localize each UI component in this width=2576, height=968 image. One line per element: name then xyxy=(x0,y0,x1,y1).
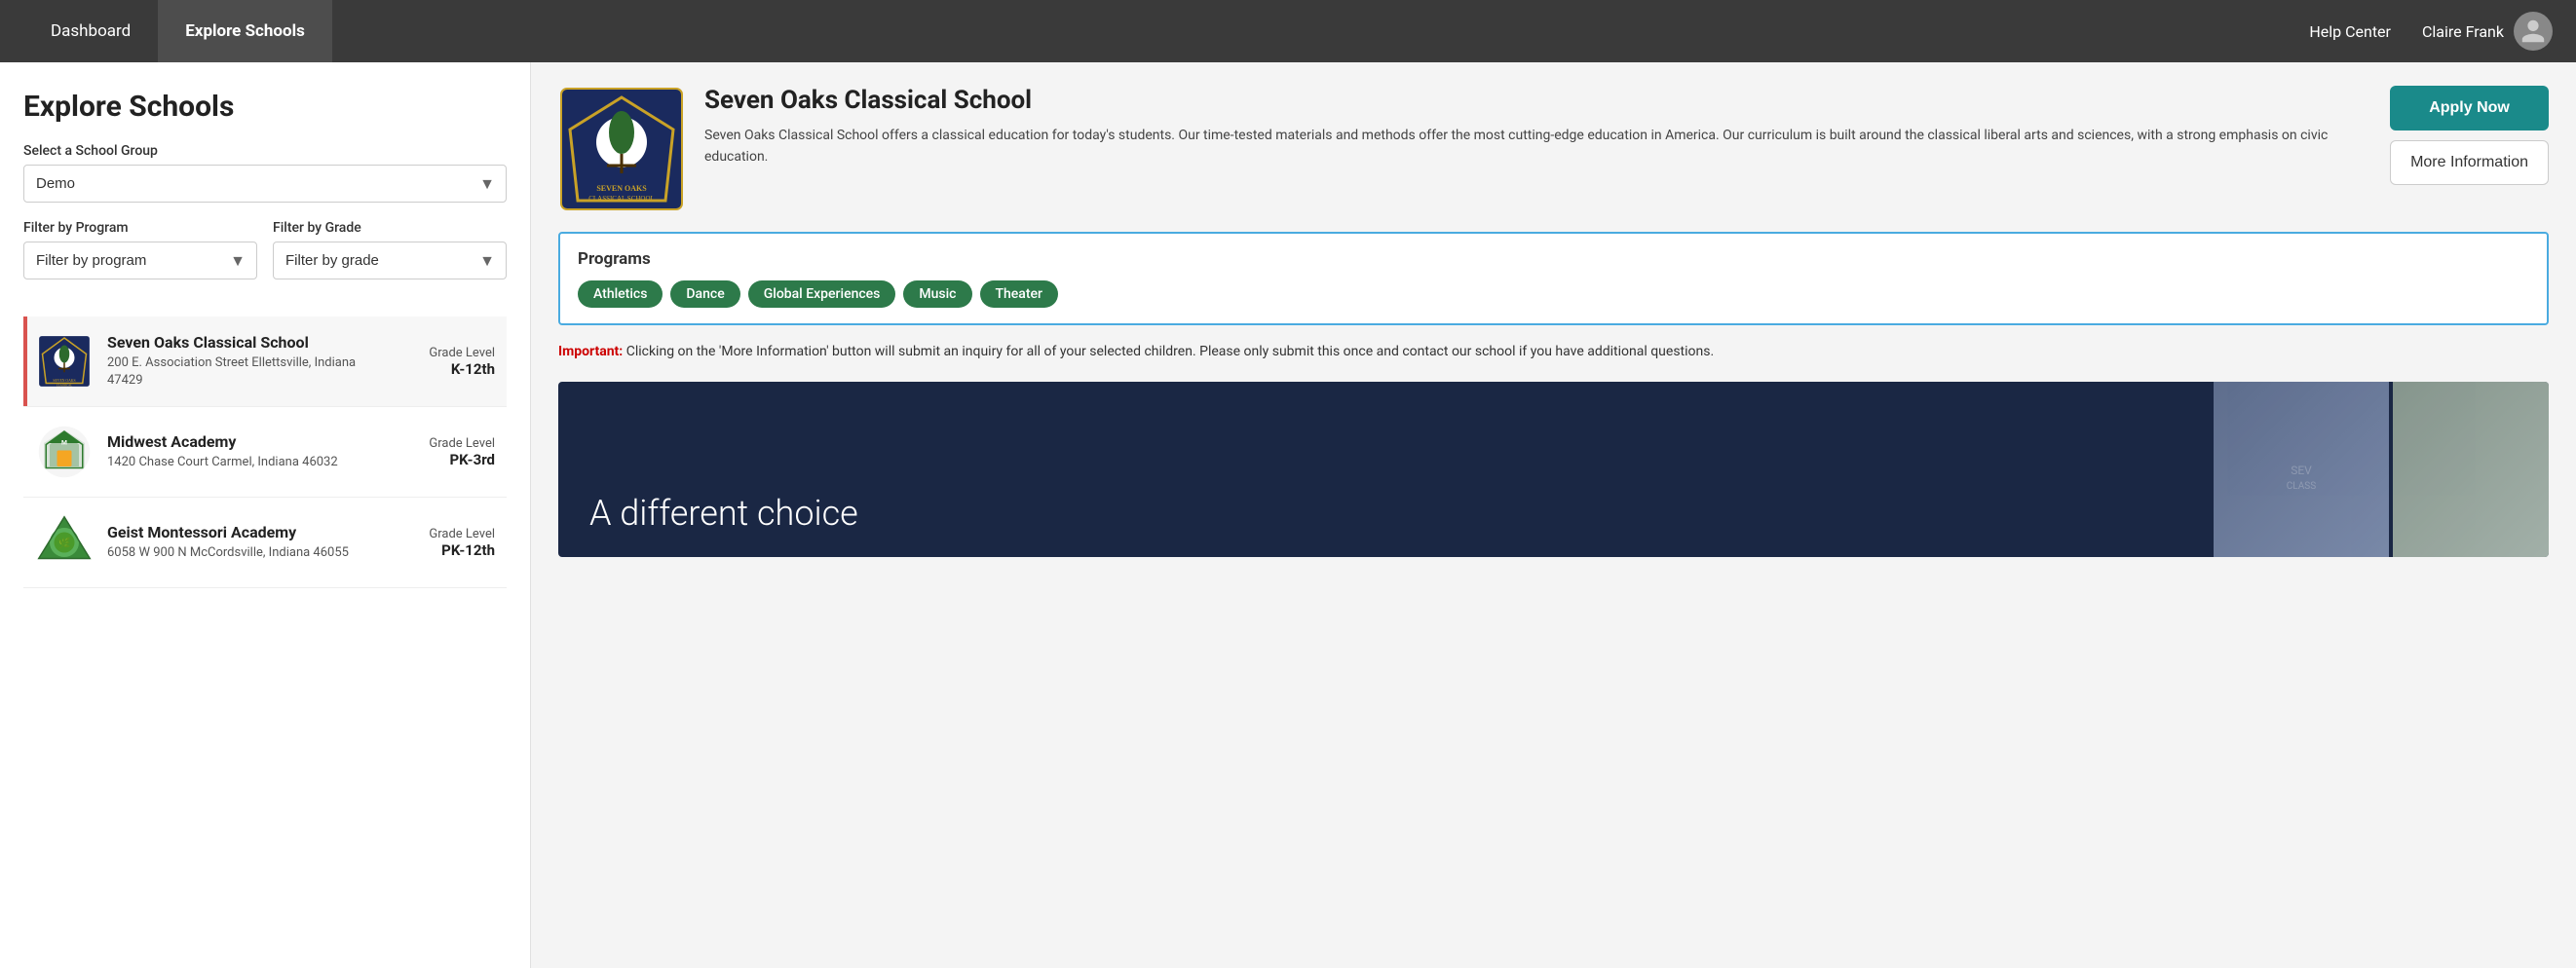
program-tag-music[interactable]: Music xyxy=(903,280,971,308)
geist-name: Geist Montessori Academy xyxy=(107,523,394,541)
program-tag-athletics[interactable]: Athletics xyxy=(578,280,663,308)
geist-info: Geist Montessori Academy 6058 W 900 N Mc… xyxy=(107,523,394,562)
select-group-label: Select a School Group xyxy=(23,143,507,159)
midwest-name: Midwest Academy xyxy=(107,432,394,451)
svg-text:SEV: SEV xyxy=(2291,464,2312,477)
banner: A different choice SEV CLASS xyxy=(558,382,2549,557)
left-panel: Explore Schools Select a School Group De… xyxy=(0,62,531,968)
school-detail-name: Seven Oaks Classical School xyxy=(704,86,2370,115)
school-item-midwest[interactable]: M Midwest Academy 1420 Chase Court Carme… xyxy=(23,407,507,498)
avatar xyxy=(2514,12,2553,51)
geist-grade-value: PK-12th xyxy=(407,541,495,559)
navigation: Dashboard Explore Schools Help Center Cl… xyxy=(0,0,2576,62)
main-content: Explore Schools Select a School Group De… xyxy=(0,62,2576,968)
filter-grade-label: Filter by Grade xyxy=(273,220,507,236)
more-information-button[interactable]: More Information xyxy=(2390,140,2549,185)
filter-program-select[interactable]: Filter by program xyxy=(23,242,257,279)
school-item-seven-oaks[interactable]: SEVEN OAKS CLASSICAL Seven Oaks Classica… xyxy=(23,316,507,407)
important-label: Important: xyxy=(558,344,623,359)
seven-oaks-logo: SEVEN OAKS CLASSICAL xyxy=(35,332,94,391)
geist-logo: 🌿 xyxy=(35,513,94,572)
school-list: SEVEN OAKS CLASSICAL Seven Oaks Classica… xyxy=(23,316,507,588)
midwest-grade: Grade Level PK-3rd xyxy=(407,436,495,468)
school-detail-description: Seven Oaks Classical School offers a cla… xyxy=(704,125,2370,168)
seven-oaks-address: 200 E. Association Street Ellettsville, … xyxy=(107,354,394,390)
midwest-grade-label: Grade Level xyxy=(407,436,495,451)
banner-text: A different choice xyxy=(558,469,890,557)
user-name: Claire Frank xyxy=(2422,22,2504,41)
right-panel: SEVEN OAKS CLASSICAL SCHOOL Seven Oaks C… xyxy=(531,62,2576,968)
nav-right: Help Center Claire Frank xyxy=(2309,12,2553,51)
seven-oaks-info: Seven Oaks Classical School 200 E. Assoc… xyxy=(107,333,394,390)
user-profile[interactable]: Claire Frank xyxy=(2422,12,2553,51)
filter-row: Filter by Program Filter by program ▼ Fi… xyxy=(23,220,507,297)
seven-oaks-grade: Grade Level K-12th xyxy=(407,346,495,378)
school-group-select[interactable]: Demo xyxy=(23,165,507,203)
midwest-grade-value: PK-3rd xyxy=(407,451,495,468)
filter-grade-wrap: Filter by grade ▼ xyxy=(273,242,507,279)
midwest-address: 1420 Chase Court Carmel, Indiana 46032 xyxy=(107,454,394,471)
program-tag-dance[interactable]: Dance xyxy=(670,280,739,308)
geist-grade-label: Grade Level xyxy=(407,527,495,541)
programs-tags: Athletics Dance Global Experiences Music… xyxy=(578,280,2529,308)
midwest-info: Midwest Academy 1420 Chase Court Carmel,… xyxy=(107,432,394,471)
svg-text:M: M xyxy=(61,439,67,447)
program-tag-theater[interactable]: Theater xyxy=(980,280,1058,308)
school-detail-header: SEVEN OAKS CLASSICAL SCHOOL Seven Oaks C… xyxy=(558,86,2549,212)
midwest-logo: M xyxy=(35,423,94,481)
important-notice: Important: Clicking on the 'More Informa… xyxy=(558,341,2549,362)
nav-dashboard[interactable]: Dashboard xyxy=(23,0,158,62)
important-text: Clicking on the 'More Information' butto… xyxy=(623,344,1714,359)
school-item-geist[interactable]: 🌿 Geist Montessori Academy 6058 W 900 N … xyxy=(23,498,507,588)
banner-images: SEV CLASS xyxy=(2214,382,2549,557)
help-center-link[interactable]: Help Center xyxy=(2309,22,2391,41)
school-group-select-wrap: Demo ▼ xyxy=(23,165,507,203)
svg-text:SEVEN OAKS: SEVEN OAKS xyxy=(596,184,647,193)
geist-grade: Grade Level PK-12th xyxy=(407,527,495,559)
action-buttons: Apply Now More Information xyxy=(2390,86,2549,185)
seven-oaks-name: Seven Oaks Classical School xyxy=(107,333,394,352)
nav-explore-schools[interactable]: Explore Schools xyxy=(158,0,332,62)
svg-text:🌿: 🌿 xyxy=(57,537,70,549)
seven-oaks-grade-label: Grade Level xyxy=(407,346,495,360)
filter-grade-select[interactable]: Filter by grade xyxy=(273,242,507,279)
banner-image-2 xyxy=(2393,382,2549,557)
svg-text:SEVEN OAKS: SEVEN OAKS xyxy=(53,379,75,383)
filter-program-label: Filter by Program xyxy=(23,220,257,236)
svg-text:CLASS: CLASS xyxy=(2287,481,2316,492)
geist-address: 6058 W 900 N McCordsville, Indiana 46055 xyxy=(107,544,394,562)
nav-left: Dashboard Explore Schools xyxy=(23,0,332,62)
page-title: Explore Schools xyxy=(23,90,507,124)
banner-image-1: SEV CLASS xyxy=(2214,382,2389,557)
svg-text:CLASSICAL: CLASSICAL xyxy=(57,384,73,388)
filter-program-wrap: Filter by program ▼ xyxy=(23,242,257,279)
apply-now-button[interactable]: Apply Now xyxy=(2390,86,2549,130)
user-icon xyxy=(2519,18,2547,45)
programs-title: Programs xyxy=(578,249,2529,269)
filter-program-col: Filter by Program Filter by program ▼ xyxy=(23,220,257,297)
school-detail-info: Seven Oaks Classical School Seven Oaks C… xyxy=(704,86,2370,168)
program-tag-global-experiences[interactable]: Global Experiences xyxy=(748,280,896,308)
svg-text:CLASSICAL SCHOOL: CLASSICAL SCHOOL xyxy=(588,195,655,203)
programs-box: Programs Athletics Dance Global Experien… xyxy=(558,232,2549,325)
school-detail-logo: SEVEN OAKS CLASSICAL SCHOOL xyxy=(558,86,685,212)
filter-grade-col: Filter by Grade Filter by grade ▼ xyxy=(273,220,507,297)
seven-oaks-grade-value: K-12th xyxy=(407,360,495,378)
